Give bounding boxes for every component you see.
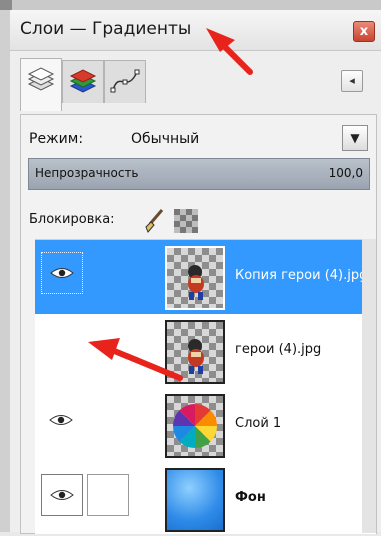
layer-row[interactable]: герои (4).jpg — [35, 314, 376, 388]
layer-name[interactable]: герои (4).jpg — [235, 342, 321, 357]
tab-paths[interactable] — [104, 60, 146, 103]
visibility-toggle[interactable] — [41, 400, 81, 440]
window-title: Слои — Градиенты — [20, 19, 192, 39]
eye-icon — [50, 490, 74, 500]
corner-block — [0, 0, 12, 10]
mode-dropdown-button[interactable]: ▼ — [342, 125, 368, 151]
chain-toggle[interactable] — [87, 474, 129, 516]
layer-thumbnail — [165, 320, 225, 384]
mode-select[interactable]: Обычный — [131, 131, 199, 147]
color-wheel-icon — [172, 403, 218, 449]
channels-icon — [69, 69, 97, 93]
hero-figure-icon — [188, 265, 204, 300]
layer-name[interactable]: Фон — [235, 490, 266, 505]
eye-icon — [49, 415, 73, 425]
layers-dock-panel: Слои — Градиенты x ◂ Режим: Обычный ▼ Не… — [10, 10, 381, 534]
close-button[interactable]: x — [353, 21, 375, 42]
opacity-value: 100,0 — [328, 166, 363, 180]
layer-name[interactable]: Копия герои (4).jpg — [235, 268, 367, 283]
visibility-toggle[interactable] — [41, 326, 81, 366]
tab-channels[interactable] — [62, 60, 104, 103]
opacity-slider[interactable]: Непрозрачность 100,0 — [28, 158, 370, 190]
layers-icon — [27, 67, 55, 91]
paths-icon — [110, 69, 140, 93]
brush-lock-icon[interactable] — [142, 207, 166, 235]
title-bar: Слои — Градиенты x — [10, 10, 381, 51]
layer-thumbnail — [165, 246, 225, 310]
layer-row[interactable]: Слой 1 — [35, 388, 376, 462]
layer-thumbnail — [165, 468, 225, 532]
layer-row[interactable]: Копия герои (4).jpg — [35, 240, 376, 314]
tab-row — [20, 58, 370, 114]
tab-menu-button[interactable]: ◂ — [341, 70, 363, 92]
tab-layers[interactable] — [20, 58, 62, 111]
layers-list: Копия герои (4).jpg герои (4).jpg Слой 1… — [35, 239, 376, 534]
layers-content: Режим: Обычный ▼ Непрозрачность 100,0 Бл… — [20, 114, 377, 534]
mode-label: Режим: — [29, 131, 84, 147]
visibility-toggle[interactable] — [41, 474, 83, 516]
top-strip — [0, 0, 381, 10]
layer-row[interactable]: Фон — [35, 462, 376, 536]
alpha-lock-icon[interactable] — [174, 209, 198, 233]
layer-name[interactable]: Слой 1 — [235, 416, 281, 431]
left-edge — [0, 10, 10, 532]
layers-scrollbar[interactable] — [362, 239, 376, 533]
opacity-label: Непрозрачность — [35, 166, 139, 180]
lock-label: Блокировка: — [29, 212, 115, 227]
hero-figure-icon — [188, 339, 204, 374]
layer-thumbnail — [165, 394, 225, 458]
visibility-toggle[interactable] — [41, 252, 83, 294]
eye-icon — [50, 268, 74, 278]
